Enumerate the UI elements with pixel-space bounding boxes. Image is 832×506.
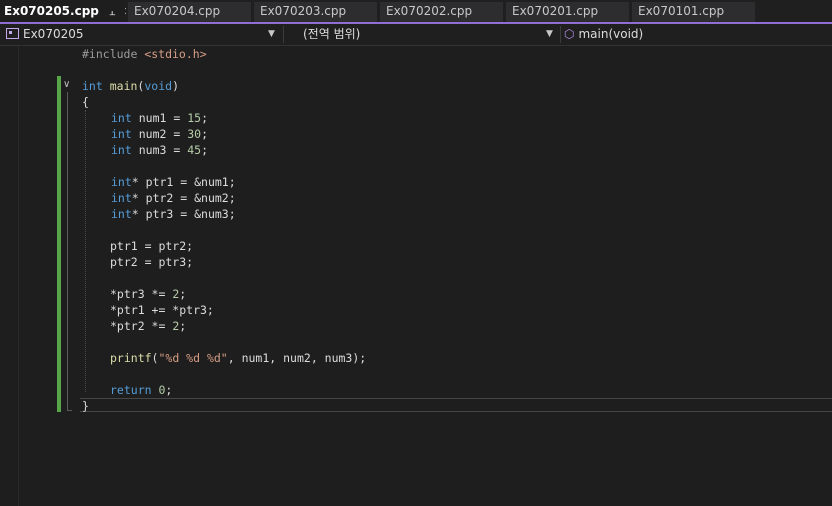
code-line-num1: int num1 = 15;: [111, 111, 208, 125]
project-dropdown[interactable]: Ex070205 ▼: [0, 25, 281, 44]
close-icon[interactable]: ✕: [124, 1, 126, 22]
scope-name: (전역 범위): [303, 27, 361, 41]
indicator-margin: [18, 46, 19, 506]
code-line-op1: *ptr3 *= 2;: [110, 287, 187, 301]
code-line-printf: printf("%d %d %d", num1, num2, num3);: [110, 351, 367, 365]
tab-ex070203[interactable]: Ex070203.cpp: [254, 2, 377, 22]
cube-icon: ⬡: [564, 27, 575, 41]
tab-ex070101[interactable]: Ex070101.cpp: [632, 2, 755, 22]
member-dropdown[interactable]: ⬡ main(void): [564, 25, 832, 44]
code-line-op3: *ptr2 *= 2;: [110, 319, 187, 333]
scope-dropdown[interactable]: (전역 범위) ▼: [287, 25, 558, 44]
tab-ex070205[interactable]: Ex070205.cpp ⫠ ✕: [0, 0, 126, 22]
project-icon: [6, 28, 19, 39]
document-tab-strip: Ex070205.cpp ⫠ ✕ Ex070204.cpp Ex070203.cpp…: [0, 0, 832, 22]
code-line-assign2: ptr2 = ptr3;: [110, 255, 194, 269]
indent-guide: [85, 110, 86, 392]
project-name: Ex070205: [23, 27, 84, 41]
tab-ex070202[interactable]: Ex070202.cpp: [380, 2, 503, 22]
code-line-ptr3-decl: int* ptr3 = &num3;: [111, 207, 236, 221]
code-line-assign1: ptr1 = ptr2;: [110, 239, 194, 253]
change-tracking-bar: [57, 76, 61, 412]
code-line-include: #include <stdio.h>: [82, 47, 207, 61]
tab-label: Ex070204.cpp: [134, 4, 221, 18]
tab-ex070201[interactable]: Ex070201.cpp: [506, 2, 629, 22]
code-line-open-brace: {: [82, 95, 89, 109]
pin-icon[interactable]: ⫠: [109, 1, 116, 22]
navigation-bar: Ex070205 ▼ (전역 범위) ▼ ⬡ main(void): [0, 24, 832, 46]
navbar-divider: [283, 26, 284, 43]
code-line-op2: *ptr1 += *ptr3;: [110, 303, 214, 317]
code-line-main: int main(void): [82, 79, 179, 93]
code-line-num3: int num3 = 45;: [111, 143, 208, 157]
collapse-chevron-icon[interactable]: ∨: [63, 79, 70, 90]
tab-label: Ex070205.cpp: [4, 4, 99, 18]
outline-end: [67, 410, 72, 411]
tab-label: Ex070201.cpp: [512, 4, 599, 18]
code-line-num2: int num2 = 30;: [111, 127, 208, 141]
tab-label: Ex070203.cpp: [260, 4, 347, 18]
navbar-divider: [560, 26, 561, 43]
tab-label: Ex070202.cpp: [386, 4, 473, 18]
code-line-close-brace: }: [82, 399, 89, 413]
chevron-down-icon: ▼: [268, 29, 275, 39]
code-editor[interactable]: ∨ #include <stdio.h> int main(void) { in…: [0, 46, 832, 506]
code-line-ptr1-decl: int* ptr1 = &num1;: [111, 175, 236, 189]
code-line-ptr2-decl: int* ptr2 = &num2;: [111, 191, 236, 205]
tab-label: Ex070101.cpp: [638, 4, 725, 18]
chevron-down-icon: ▼: [546, 29, 553, 39]
current-line-highlight: [80, 398, 832, 412]
member-name: main(void): [578, 27, 644, 41]
tab-ex070204[interactable]: Ex070204.cpp: [128, 2, 251, 22]
code-line-return: return 0;: [110, 383, 173, 397]
outline-line: [67, 92, 68, 410]
